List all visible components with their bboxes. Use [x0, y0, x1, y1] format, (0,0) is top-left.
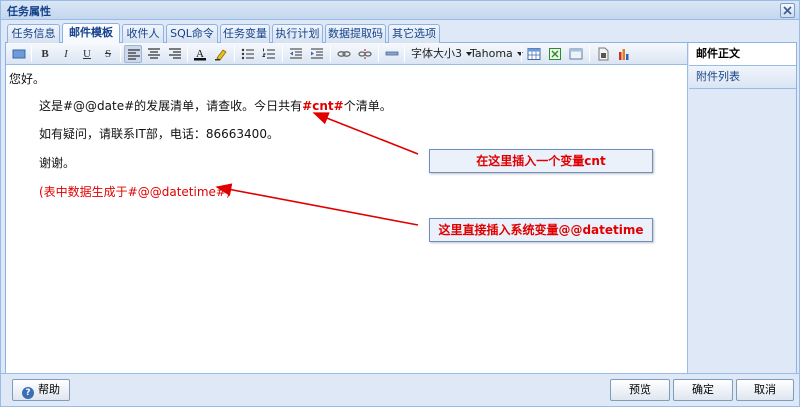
underline-button[interactable]: U — [78, 45, 96, 63]
summary-suffix: 个清单。 — [343, 99, 392, 113]
title-bar: 任务属性 — [1, 1, 799, 20]
help-icon: ? — [22, 387, 34, 399]
footer-bar: ? 帮助 预览 确定 取消 — [1, 373, 799, 406]
tab-task-variables[interactable]: 任务变量 — [220, 24, 270, 43]
tab-recipients[interactable]: 收件人 — [122, 24, 164, 43]
task-properties-window: 任务属性 任务信息 邮件模板 收件人 SQL命令 任务变量 执行计划 数据提取码… — [0, 0, 800, 407]
highlighter-icon — [215, 49, 227, 61]
window-title: 任务属性 — [7, 5, 51, 18]
bullet-list-button[interactable] — [239, 45, 257, 63]
bar-chart-icon — [619, 49, 629, 60]
help-button[interactable]: ? 帮助 — [12, 379, 70, 401]
summary-prefix: 这是#@@date#的发展清单，请查收。今日共有 — [39, 99, 303, 113]
numbered-list-button[interactable] — [260, 45, 278, 63]
editor-toolbar: B I U S A 字体大小3 Tahoma — [6, 43, 687, 65]
close-button[interactable] — [780, 3, 795, 18]
side-item-mail-body[interactable]: 邮件正文 — [689, 43, 796, 66]
font-color-icon: A — [194, 48, 206, 61]
numbered-list-icon — [262, 48, 275, 59]
font-size-label: 字体大小3 — [411, 47, 462, 60]
font-family-label: Tahoma — [470, 47, 513, 60]
insert-window-button[interactable] — [567, 45, 585, 63]
help-label: 帮助 — [38, 383, 60, 396]
align-center-button[interactable] — [145, 45, 163, 63]
indent-button[interactable] — [308, 45, 326, 63]
insert-table-button[interactable] — [525, 45, 543, 63]
generated-at-line: (表中数据生成于#@@datetime#) — [39, 185, 231, 199]
summary-line: 这是#@@date#的发展清单，请查收。今日共有#cnt#个清单。 — [39, 97, 392, 114]
tab-content: B I U S A 字体大小3 Tahoma 您好。 这是#@@date#的发展… — [5, 43, 797, 373]
horizontal-rule-icon — [385, 51, 399, 56]
align-left-button[interactable] — [124, 45, 142, 63]
greeting-line: 您好。 — [9, 72, 46, 86]
italic-button[interactable]: I — [57, 45, 75, 63]
font-color-button[interactable]: A — [191, 45, 209, 63]
outdent-button[interactable] — [287, 45, 305, 63]
insert-chart-button[interactable] — [615, 45, 633, 63]
font-family-select[interactable]: Tahoma — [470, 47, 523, 61]
align-right-icon — [169, 48, 181, 59]
preview-button[interactable]: 预览 — [610, 379, 670, 401]
table-icon — [527, 48, 541, 60]
side-panel: 邮件正文 附件列表 — [687, 43, 796, 373]
bullet-list-icon — [241, 48, 254, 60]
outdent-icon — [290, 48, 302, 59]
font-size-select[interactable]: 字体大小3 — [411, 47, 472, 61]
highlight-button[interactable] — [212, 45, 230, 63]
document-icon — [598, 47, 609, 61]
indent-icon — [311, 48, 323, 59]
window-icon — [569, 48, 583, 60]
tab-other-options[interactable]: 其它选项 — [388, 24, 440, 43]
ok-button[interactable]: 确定 — [673, 379, 733, 401]
link-icon — [337, 51, 351, 57]
insert-object-button[interactable] — [594, 45, 612, 63]
horizontal-rule-button[interactable] — [383, 45, 401, 63]
spreadsheet-icon — [549, 48, 561, 60]
contact-line: 如有疑问，请联系IT部，电话：86663400。 — [39, 127, 279, 141]
tab-task-info[interactable]: 任务信息 — [7, 24, 60, 43]
annotation-insert-cnt: 在这里插入一个变量cnt — [429, 149, 653, 173]
source-icon — [12, 49, 26, 59]
source-view-button[interactable] — [10, 45, 28, 63]
cnt-variable: #cnt# — [302, 99, 344, 113]
align-center-icon — [148, 48, 160, 59]
insert-link-button[interactable] — [335, 45, 353, 63]
tab-extract-code[interactable]: 数据提取码 — [325, 24, 386, 43]
align-left-icon — [128, 49, 140, 60]
side-item-attachments[interactable]: 附件列表 — [689, 66, 796, 89]
tab-strip: 任务信息 邮件模板 收件人 SQL命令 任务变量 执行计划 数据提取码 其它选项 — [5, 23, 797, 44]
annotation-insert-datetime: 这里直接插入系统变量@@datetime — [429, 218, 653, 242]
unlink-icon — [358, 49, 372, 59]
tab-mail-template[interactable]: 邮件模板 — [62, 23, 120, 44]
cancel-button[interactable]: 取消 — [736, 379, 794, 401]
insert-spreadsheet-button[interactable] — [546, 45, 564, 63]
remove-link-button[interactable] — [356, 45, 374, 63]
tab-sql-command[interactable]: SQL命令 — [166, 24, 218, 43]
bold-button[interactable]: B — [36, 45, 54, 63]
thanks-line: 谢谢。 — [39, 156, 76, 170]
tab-schedule[interactable]: 执行计划 — [272, 24, 323, 43]
align-right-button[interactable] — [166, 45, 184, 63]
strikethrough-button[interactable]: S — [99, 45, 117, 63]
close-icon — [783, 6, 792, 15]
